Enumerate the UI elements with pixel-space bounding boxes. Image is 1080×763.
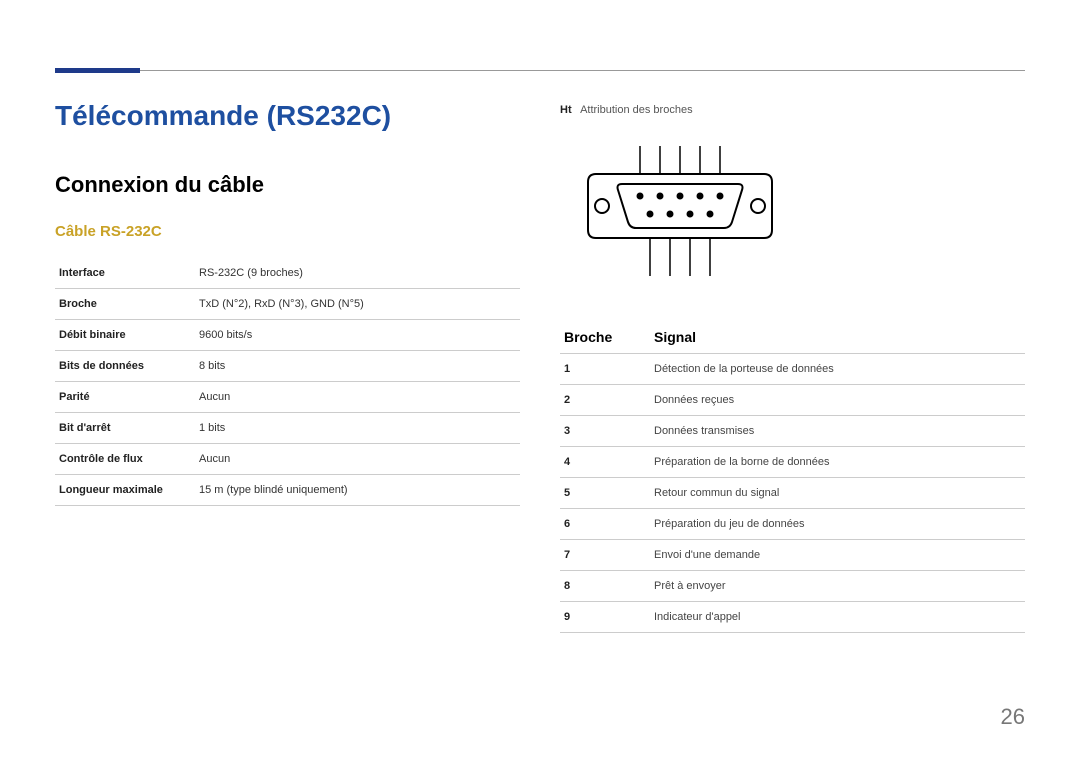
spec-label: Débit binaire — [55, 320, 195, 351]
pin-number: 8 — [560, 571, 650, 602]
pin-number: 4 — [560, 447, 650, 478]
spec-value: Aucun — [195, 382, 520, 413]
spec-value: TxD (N°2), RxD (N°3), GND (N°5) — [195, 289, 520, 320]
table-row: Longueur maximale15 m (type blindé uniqu… — [55, 475, 520, 506]
pin-signal: Données transmises — [650, 416, 1025, 447]
pin-signal: Indicateur d'appel — [650, 602, 1025, 633]
pin-number: 9 — [560, 602, 650, 633]
table-row: Bits de données8 bits — [55, 351, 520, 382]
pin-signal: Retour commun du signal — [650, 478, 1025, 509]
sub-title: Câble RS-232C — [55, 223, 520, 240]
pin-number: 7 — [560, 540, 650, 571]
page-title: Télécommande (RS232C) — [55, 100, 520, 132]
table-row: 4Préparation de la borne de données — [560, 447, 1025, 478]
spec-value: 8 bits — [195, 351, 520, 382]
table-row: 6Préparation du jeu de données — [560, 509, 1025, 540]
spec-value: 9600 bits/s — [195, 320, 520, 351]
table-row: 9Indicateur d'appel — [560, 602, 1025, 633]
table-row: Débit binaire9600 bits/s — [55, 320, 520, 351]
top-horizontal-rule — [140, 70, 1025, 71]
spec-label: Interface — [55, 258, 195, 289]
pin-signal: Données reçues — [650, 385, 1025, 416]
pin-number: 1 — [560, 354, 650, 385]
pin-number: 3 — [560, 416, 650, 447]
spec-label: Contrôle de flux — [55, 444, 195, 475]
spec-value: 15 m (type blindé uniquement) — [195, 475, 520, 506]
pin-header-broche: Broche — [560, 321, 650, 354]
pin-signal: Prêt à envoyer — [650, 571, 1025, 602]
spec-label: Bit d'arrêt — [55, 413, 195, 444]
pin-number: 6 — [560, 509, 650, 540]
table-row: 3Données transmises — [560, 416, 1025, 447]
table-row: 8Prêt à envoyer — [560, 571, 1025, 602]
pin-assignment-table: Broche Signal 1Détection de la porteuse … — [560, 321, 1025, 633]
spec-label: Longueur maximale — [55, 475, 195, 506]
pin-signal: Envoi d'une demande — [650, 540, 1025, 571]
pin-caption: Ht Attribution des broches — [560, 104, 1025, 116]
caption-label: Ht — [560, 104, 572, 116]
table-row: 1Détection de la porteuse de données — [560, 354, 1025, 385]
caption-text: Attribution des broches — [580, 104, 693, 116]
table-row: BrocheTxD (N°2), RxD (N°3), GND (N°5) — [55, 289, 520, 320]
pin-signal: Détection de la porteuse de données — [650, 354, 1025, 385]
table-row: 7Envoi d'une demande — [560, 540, 1025, 571]
spec-table: InterfaceRS-232C (9 broches)BrocheTxD (N… — [55, 258, 520, 506]
spec-label: Broche — [55, 289, 195, 320]
spec-label: Parité — [55, 382, 195, 413]
left-column: Télécommande (RS232C) Connexion du câble… — [55, 100, 520, 633]
spec-value: Aucun — [195, 444, 520, 475]
pin-header-signal: Signal — [650, 321, 1025, 354]
table-row: 5Retour commun du signal — [560, 478, 1025, 509]
table-row: Bit d'arrêt1 bits — [55, 413, 520, 444]
pin-number: 2 — [560, 385, 650, 416]
right-column: Ht Attribution des broches — [560, 100, 1025, 633]
spec-value: 1 bits — [195, 413, 520, 444]
pin-signal: Préparation de la borne de données — [650, 447, 1025, 478]
pin-signal: Préparation du jeu de données — [650, 509, 1025, 540]
table-row: ParitéAucun — [55, 382, 520, 413]
page-number: 26 — [1001, 704, 1025, 730]
spec-value: RS-232C (9 broches) — [195, 258, 520, 289]
db9-connector-diagram — [580, 146, 800, 281]
table-row: Contrôle de fluxAucun — [55, 444, 520, 475]
pin-number: 5 — [560, 478, 650, 509]
top-accent-bar — [55, 68, 140, 73]
spec-label: Bits de données — [55, 351, 195, 382]
section-title: Connexion du câble — [55, 172, 520, 198]
table-row: 2Données reçues — [560, 385, 1025, 416]
table-row: InterfaceRS-232C (9 broches) — [55, 258, 520, 289]
page-content: Télécommande (RS232C) Connexion du câble… — [0, 0, 1080, 633]
